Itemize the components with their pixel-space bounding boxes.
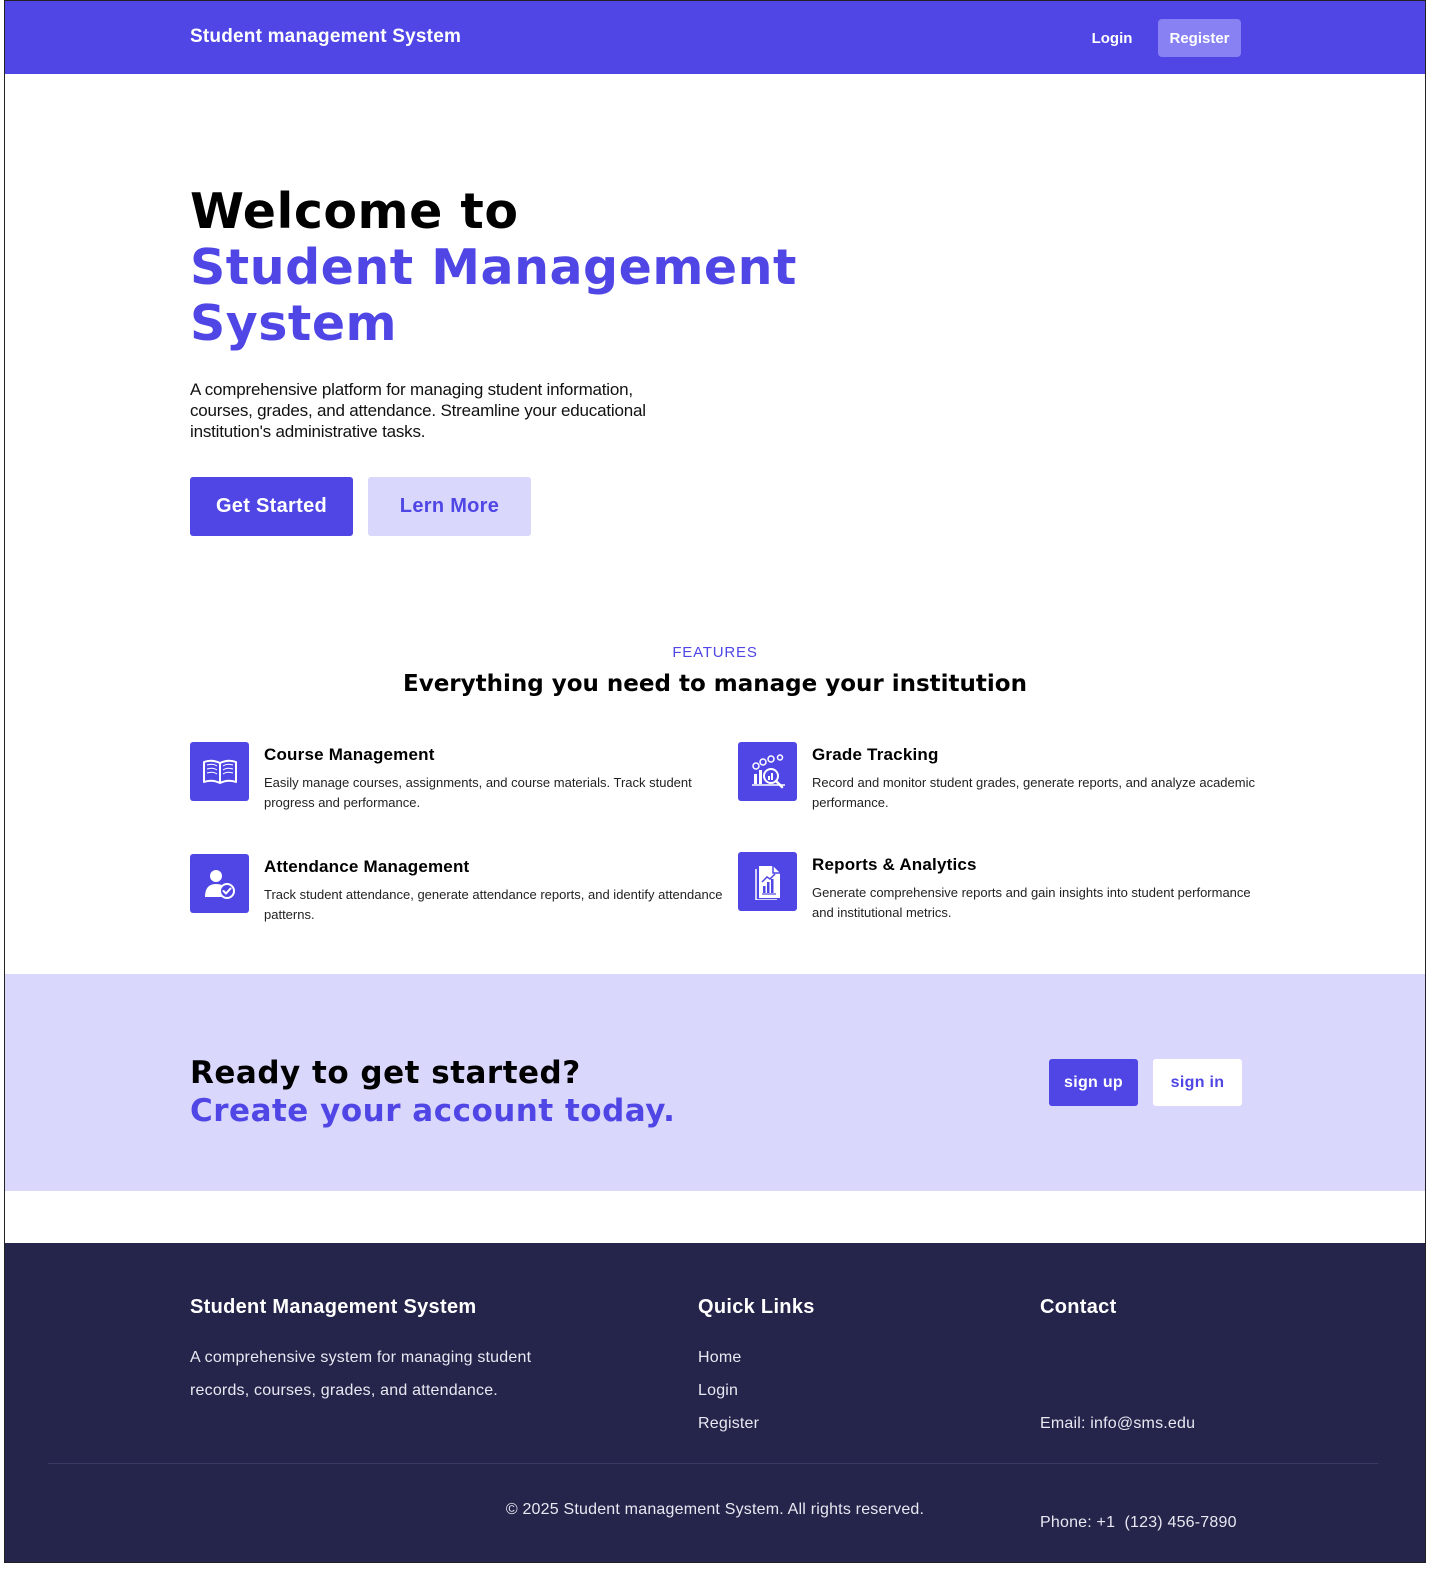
features-heading: Everything you need to manage your insti… (403, 671, 1027, 697)
cta-title: Ready to get started? Create your accoun… (190, 1054, 675, 1130)
sign-up-button[interactable]: sign up (1049, 1059, 1138, 1106)
footer-about-title: Student Management System (190, 1296, 477, 1318)
report-chart-icon (738, 852, 797, 911)
feature-title: Course Management (264, 745, 435, 764)
feature-title: Attendance Management (264, 857, 470, 876)
cta-title-line1: Ready to get started? (190, 1055, 581, 1091)
book-icon (190, 742, 249, 801)
page-frame: Student management System Login Register… (4, 0, 1426, 1563)
footer-link-login[interactable]: Login (698, 1374, 759, 1407)
get-started-button[interactable]: Get Started (190, 477, 353, 536)
footer-contact-info: Email: info@sms.edu Phone: +1 (123) 456-… (1040, 1341, 1237, 1562)
feature-title: Reports & Analytics (812, 855, 977, 874)
feature-description: Record and monitor student grades, gener… (812, 775, 1255, 810)
hero-title: Welcome to Student Management System (190, 184, 797, 352)
feature-description: Generate comprehensive reports and gain … (812, 885, 1251, 920)
feature-description: Track student attendance, generate atten… (264, 887, 723, 922)
footer-divider (48, 1463, 1378, 1464)
footer-links-title: Quick Links (698, 1296, 815, 1318)
learn-more-button[interactable]: Lern More (368, 477, 531, 536)
footer: Student Management System A comprehensiv… (5, 1243, 1425, 1562)
analytics-search-icon (738, 742, 797, 801)
hero-title-line1: Welcome to (190, 183, 519, 240)
login-link[interactable]: Login (1082, 19, 1142, 57)
user-check-icon (190, 854, 249, 913)
cta-title-line2: Create your account today. (190, 1093, 676, 1129)
hero-title-line3: System (190, 295, 398, 352)
footer-link-register[interactable]: Register (698, 1407, 759, 1440)
footer-email: Email: info@sms.edu (1040, 1415, 1196, 1432)
footer-about-text: A comprehensive system for managing stud… (190, 1349, 532, 1399)
features-eyebrow: FEATURES (672, 644, 758, 661)
cta-section: Ready to get started? Create your accoun… (5, 974, 1425, 1191)
footer-link-home[interactable]: Home (698, 1341, 759, 1374)
footer-contact-title: Contact (1040, 1296, 1117, 1318)
register-button[interactable]: Register (1158, 19, 1241, 57)
copyright-text: © 2025 Student management System. All ri… (505, 1501, 925, 1518)
navbar: Student management System Login Register (5, 1, 1425, 74)
brand-title[interactable]: Student management System (190, 26, 461, 48)
footer-links-list: Home Login Register (698, 1341, 759, 1440)
sign-in-button[interactable]: sign in (1153, 1059, 1242, 1106)
feature-title: Grade Tracking (812, 745, 939, 764)
hero-description: A comprehensive platform for managing st… (190, 380, 646, 441)
hero-title-line2: Student Management (190, 239, 797, 296)
feature-description: Easily manage courses, assignments, and … (264, 775, 692, 810)
